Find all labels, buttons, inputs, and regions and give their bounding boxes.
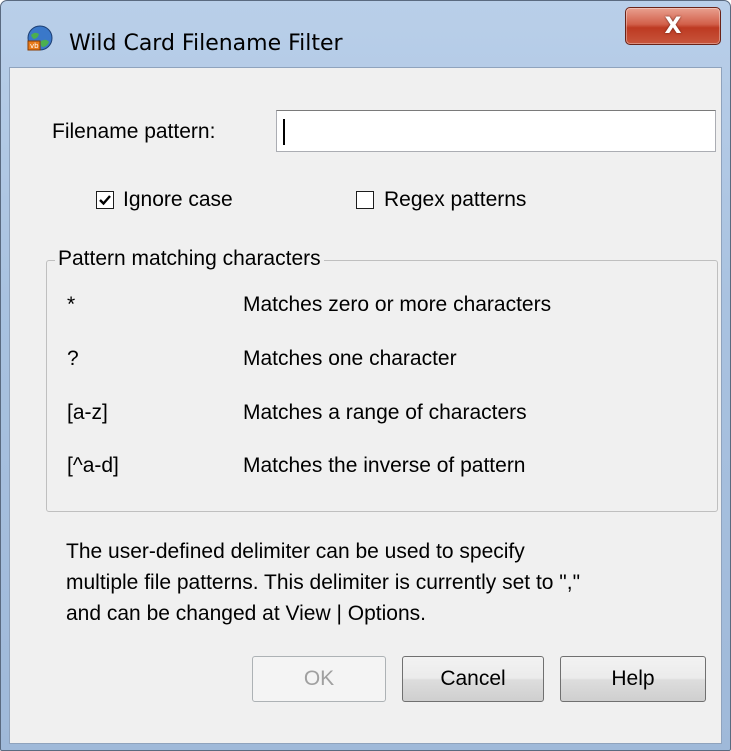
regex-patterns-label[interactable]: Regex patterns [384, 188, 526, 212]
pattern-description: Matches a range of characters [243, 401, 527, 424]
text-caret [283, 119, 285, 145]
globe-app-icon: vb [27, 25, 53, 51]
cancel-button[interactable]: Cancel [402, 656, 544, 702]
close-button[interactable]: X [625, 7, 721, 45]
dialog-body: Filename pattern: Ignore case Regex patt… [9, 67, 722, 744]
filename-pattern-label: Filename pattern: [52, 120, 216, 143]
ignore-case-label[interactable]: Ignore case [123, 188, 233, 212]
window-title: Wild Card Filename Filter [69, 31, 343, 56]
info-line: The user-defined delimiter can be used t… [66, 540, 525, 563]
regex-patterns-checkbox[interactable] [356, 191, 374, 209]
pattern-symbol: [a-z] [67, 401, 108, 424]
pattern-description: Matches one character [243, 347, 457, 370]
pattern-symbol: ? [67, 347, 79, 370]
delimiter-info-text: The user-defined delimiter can be used t… [66, 536, 686, 629]
filename-pattern-input[interactable] [276, 110, 716, 152]
title-bar[interactable]: vb Wild Card Filename Filter X [1, 1, 730, 56]
pattern-symbol: * [67, 293, 76, 316]
close-icon: X [664, 13, 682, 39]
group-title: Pattern matching characters [55, 247, 324, 271]
ok-button[interactable]: OK [252, 656, 386, 702]
help-button[interactable]: Help [560, 656, 706, 702]
pattern-symbol: [^a-d] [67, 454, 119, 477]
pattern-description: Matches zero or more characters [243, 293, 552, 316]
ignore-case-checkbox[interactable] [96, 191, 114, 209]
svg-text:vb: vb [30, 42, 39, 50]
checkmark-icon [99, 195, 111, 206]
info-line: multiple file patterns. This delimiter i… [66, 571, 581, 594]
pattern-description: Matches the inverse of pattern [243, 454, 526, 477]
dialog-window: vb Wild Card Filename Filter X Filename … [0, 0, 731, 751]
info-line: and can be changed at View | Options. [66, 602, 426, 625]
pattern-matching-group: Pattern matching characters * Matches ze… [46, 247, 718, 512]
